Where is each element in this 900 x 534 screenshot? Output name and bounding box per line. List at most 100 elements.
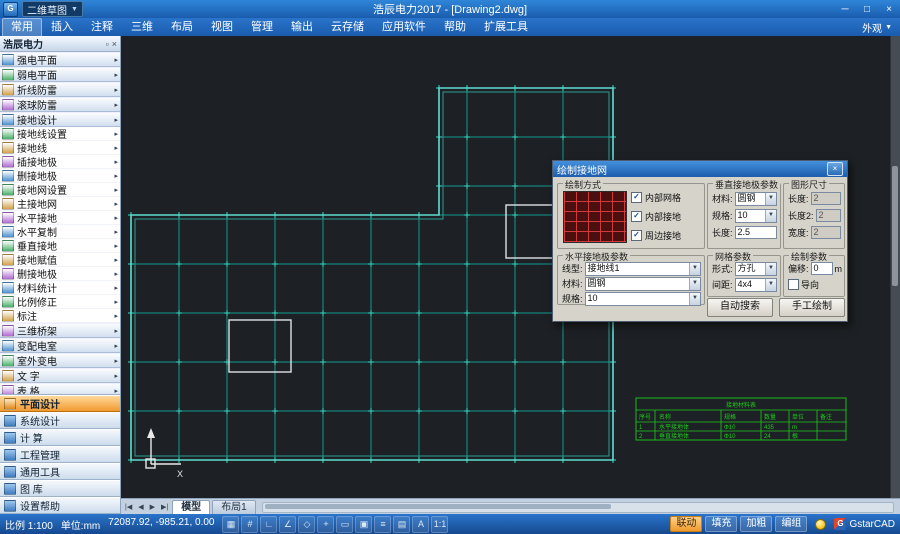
appearance-menu[interactable]: 外观 ▼ [862, 20, 898, 35]
menu-tab-11[interactable]: 帮助 [435, 18, 475, 37]
sidebar-item[interactable]: 接地网设置▸ [0, 183, 120, 197]
vertical-param-combo[interactable]: 圆钢▼ [735, 192, 777, 206]
toggle-加粗[interactable]: 加粗 [740, 516, 772, 532]
vertical-param-combo[interactable]: 10▼ [735, 209, 777, 223]
scrollbar-thumb[interactable] [265, 504, 612, 509]
sidebar-item[interactable]: 表 格▸ [0, 383, 120, 395]
combo-arrow-icon[interactable]: ▼ [689, 293, 700, 305]
horizontal-param-combo[interactable]: 圆钢▼ [585, 277, 701, 291]
manual-draw-button[interactable]: 手工绘制 [779, 298, 845, 317]
horizontal-param-combo[interactable]: 接地线1▼ [585, 262, 701, 276]
sidebar-item[interactable]: 接地线▸ [0, 141, 120, 155]
pin-icon[interactable]: ▫ [106, 39, 109, 49]
checkbox[interactable]: ✓ [631, 211, 642, 222]
sidebar-item[interactable]: 删接地极▸ [0, 267, 120, 281]
dialog-close-button[interactable]: × [827, 162, 843, 176]
combo-arrow-icon[interactable]: ▼ [765, 279, 776, 291]
horizontal-scrollbar[interactable] [262, 502, 894, 513]
sidebar-item[interactable]: 折线防雷▸ [0, 82, 120, 97]
sidebar-item[interactable]: 强电平面▸ [0, 52, 120, 67]
last-tab-icon[interactable]: ▶| [159, 503, 170, 511]
menu-tab-5[interactable]: 布局 [162, 18, 202, 37]
annotation-toggle[interactable]: A [412, 516, 429, 533]
category-button[interactable]: 系统设计 [0, 412, 120, 429]
close-icon[interactable]: × [112, 39, 117, 49]
lightbulb-icon[interactable] [815, 519, 826, 530]
checkbox[interactable]: ✓ [631, 230, 642, 241]
properties-toggle[interactable]: ▤ [393, 516, 410, 533]
combo-arrow-icon[interactable]: ▼ [765, 210, 776, 222]
category-button[interactable]: 工程管理 [0, 446, 120, 463]
vertical-scrollbar[interactable] [890, 36, 900, 498]
close-button[interactable]: × [878, 1, 900, 17]
dyn-toggle[interactable]: ▣ [355, 516, 372, 533]
combo-arrow-icon[interactable]: ▼ [689, 263, 700, 275]
drawing-canvas[interactable]: X 接地材料表序号名称规格数量单位备注1水平接地体Φ10435m2垂直接地体Φ1… [121, 36, 900, 498]
menu-tab-8[interactable]: 输出 [282, 18, 322, 37]
snap-toggle[interactable]: ▦ [222, 516, 239, 533]
sidebar-item[interactable]: 文 字▸ [0, 368, 120, 383]
sidebar-item[interactable]: 接地设计▸ [0, 112, 120, 127]
combo-arrow-icon[interactable]: ▼ [689, 278, 700, 290]
auto-search-button[interactable]: 自动搜索 [707, 298, 773, 317]
menu-tab-10[interactable]: 应用软件 [373, 18, 435, 37]
prev-tab-icon[interactable]: ◀ [136, 503, 145, 511]
sidebar-item[interactable]: 标注▸ [0, 309, 120, 323]
sidebar-item[interactable]: 三维桥架▸ [0, 323, 120, 338]
sidebar-item[interactable]: 水平复制▸ [0, 225, 120, 239]
combo-arrow-icon[interactable]: ▼ [765, 193, 776, 205]
sidebar-item[interactable]: 插接地极▸ [0, 155, 120, 169]
sidebar-item[interactable]: 滚球防雷▸ [0, 97, 120, 112]
menu-tab-1[interactable]: 常用 [2, 18, 42, 37]
sidebar-item[interactable]: 室外变电▸ [0, 353, 120, 368]
menu-tab-12[interactable]: 扩展工具 [475, 18, 537, 37]
polar-toggle[interactable]: ∠ [279, 516, 296, 533]
sidebar-item[interactable]: 删接地极▸ [0, 169, 120, 183]
menu-tab-7[interactable]: 管理 [242, 18, 282, 37]
category-button[interactable]: 设置帮助 [0, 497, 120, 514]
next-tab-icon[interactable]: ▶ [148, 503, 157, 511]
sidebar-item[interactable]: 比例修正▸ [0, 295, 120, 309]
toggle-填充[interactable]: 填充 [705, 516, 737, 532]
menu-tab-4[interactable]: 三维 [122, 18, 162, 37]
guide-checkbox[interactable] [788, 279, 799, 290]
grid-param-combo[interactable]: 4x4▼ [735, 278, 777, 292]
menu-tab-6[interactable]: 视图 [202, 18, 242, 37]
scrollbar-thumb[interactable] [892, 166, 898, 286]
minimize-button[interactable]: ─ [834, 1, 856, 17]
checkbox[interactable]: ✓ [631, 192, 642, 203]
sidebar-item[interactable]: 水平接地▸ [0, 211, 120, 225]
sidebar-item[interactable]: 材料统计▸ [0, 281, 120, 295]
layout1-tab[interactable]: 布局1 [212, 500, 256, 515]
osnap-toggle[interactable]: ◇ [298, 516, 315, 533]
sidebar-item[interactable]: 接地赋值▸ [0, 253, 120, 267]
sidebar-item[interactable]: 弱电平面▸ [0, 67, 120, 82]
toggle-编组[interactable]: 编组 [775, 516, 807, 532]
sidebar-item[interactable]: 变配电室▸ [0, 338, 120, 353]
menu-tab-9[interactable]: 云存储 [322, 18, 373, 37]
sidebar-item[interactable]: 主接地网▸ [0, 197, 120, 211]
category-button[interactable]: 通用工具 [0, 463, 120, 480]
app-logo-icon[interactable]: G [3, 2, 18, 17]
category-button[interactable]: 平面设计 [0, 395, 120, 412]
sidebar-item[interactable]: 接地线设置▸ [0, 127, 120, 141]
otrack-toggle[interactable]: + [317, 516, 334, 533]
offset-input[interactable]: 0 [811, 262, 833, 275]
menu-tab-2[interactable]: 插入 [42, 18, 82, 37]
grid-param-combo[interactable]: 方孔▼ [735, 262, 777, 276]
grid-toggle[interactable]: # [241, 516, 258, 533]
vertical-param-input[interactable]: 2.5 [735, 226, 777, 239]
scale-indicator[interactable]: 比例 1:100 [5, 517, 53, 532]
menu-tab-3[interactable]: 注释 [82, 18, 122, 37]
category-button[interactable]: 图 库 [0, 480, 120, 497]
toggle-联动[interactable]: 联动 [670, 516, 702, 532]
category-button[interactable]: 计 算 [0, 429, 120, 446]
ortho-toggle[interactable]: ∟ [260, 516, 277, 533]
workspace-select[interactable]: 二维草图 ▼ [22, 1, 83, 17]
lineweight-toggle[interactable]: ≡ [374, 516, 391, 533]
combo-arrow-icon[interactable]: ▼ [765, 263, 776, 275]
horizontal-param-combo[interactable]: 10▼ [585, 292, 701, 306]
ratio-toggle[interactable]: 1:1 [431, 516, 448, 533]
sidebar-item[interactable]: 垂直接地▸ [0, 239, 120, 253]
ucs-toggle[interactable]: ▭ [336, 516, 353, 533]
